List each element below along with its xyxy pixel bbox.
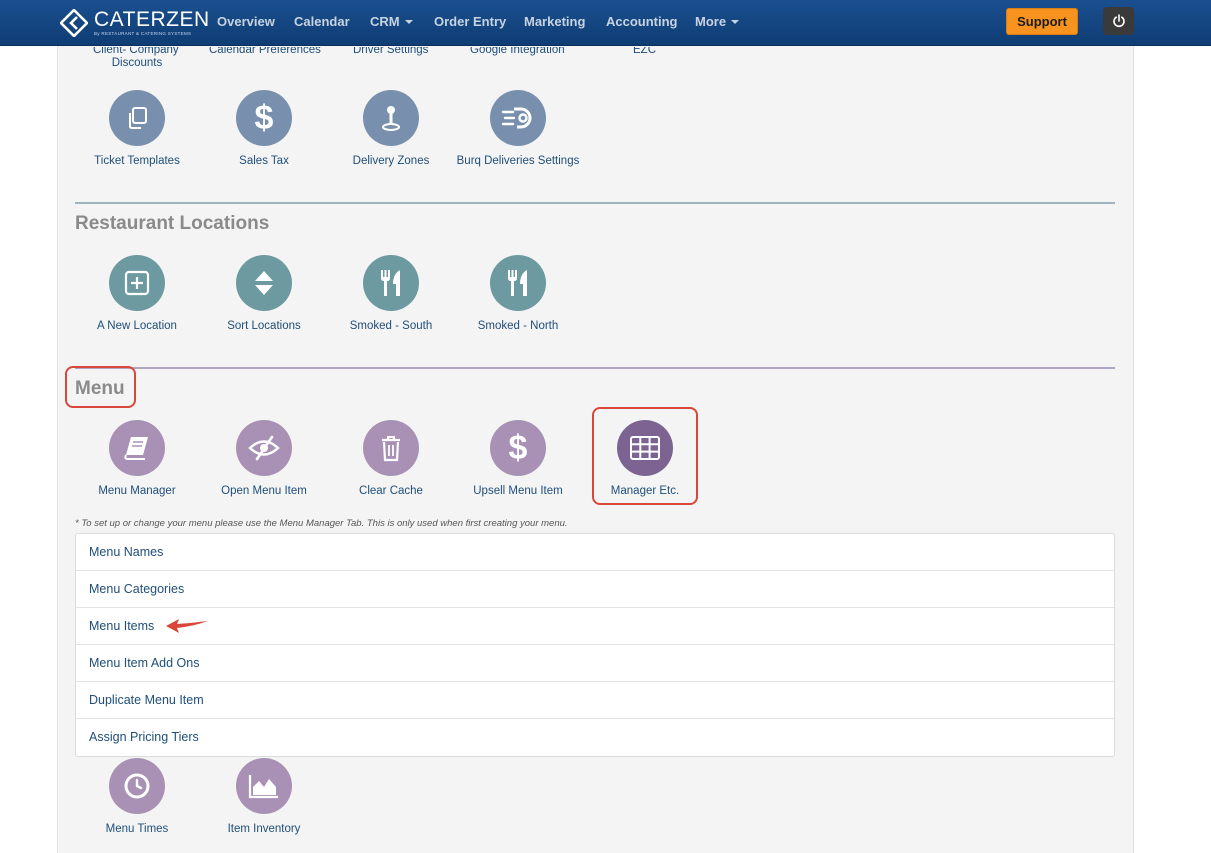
menu-manager-label: Menu Manager	[98, 485, 176, 497]
nav-marketing[interactable]: Marketing	[524, 14, 585, 29]
utensils-icon	[490, 255, 546, 311]
calendar-preferences-label[interactable]: Calendar Preferences	[209, 47, 321, 57]
logo-name: CATERZEN	[94, 8, 210, 31]
item-inventory-label: Item Inventory	[227, 823, 301, 835]
logo-subtitle: By RESTAURANT & CATERING SYSTEMS	[94, 31, 192, 36]
list-item-menu-items[interactable]: Menu Items	[76, 608, 1114, 645]
power-button[interactable]	[1103, 7, 1134, 35]
nav-order-entry[interactable]: Order Entry	[434, 14, 506, 29]
delivery-icon	[490, 90, 546, 146]
chevron-down-icon	[404, 20, 413, 24]
top-navbar: CATERZEN By RESTAURANT & CATERING SYSTEM…	[0, 0, 1211, 46]
nav-more[interactable]: More	[695, 14, 740, 29]
map-pin-icon	[363, 90, 419, 146]
manager-etc-list: Menu Names Menu Categories Menu Items Me…	[75, 533, 1115, 757]
utensils-icon	[363, 255, 419, 311]
nav-crm[interactable]: CRM	[370, 14, 413, 29]
upsell-menu-item-label: Upsell Menu Item	[473, 485, 563, 497]
logo-diamond-icon	[60, 9, 88, 37]
sort-locations-label: Sort Locations	[227, 320, 301, 332]
google-integration-label[interactable]: Google Integration	[470, 47, 565, 57]
client-discounts-label[interactable]: Discounts	[73, 57, 201, 69]
driver-settings-label[interactable]: Driver Settings	[353, 47, 428, 57]
trash-icon	[363, 420, 419, 476]
dollar-icon: $	[236, 90, 292, 146]
list-item-menu-item-add-ons[interactable]: Menu Item Add Ons	[76, 645, 1114, 682]
nav-overview[interactable]: Overview	[217, 14, 275, 29]
ezc-label[interactable]: EZC	[633, 47, 656, 57]
clock-icon	[109, 758, 165, 814]
list-item-assign-pricing-tiers[interactable]: Assign Pricing Tiers	[76, 719, 1114, 756]
smoked-south-tile[interactable]: Smoked - South	[327, 255, 455, 332]
restaurant-locations-title: Restaurant Locations	[75, 213, 270, 234]
nav-calendar[interactable]: Calendar	[294, 14, 350, 29]
caterzen-logo[interactable]: CATERZEN By RESTAURANT & CATERING SYSTEM…	[60, 8, 210, 38]
menu-times-label: Menu Times	[105, 823, 169, 835]
nav-more-label: More	[695, 14, 727, 29]
power-icon	[1112, 14, 1125, 28]
menu-times-tile[interactable]: Menu Times	[73, 758, 201, 835]
new-location-label: A New Location	[97, 320, 177, 332]
delivery-zones-tile[interactable]: Delivery Zones	[327, 90, 455, 167]
area-chart-icon	[236, 758, 292, 814]
sales-tax-label: Sales Tax	[239, 155, 289, 167]
ticket-templates-tile[interactable]: Ticket Templates	[73, 90, 201, 167]
client-discounts-label-clipped[interactable]: Client- Company	[93, 47, 179, 57]
section-divider	[75, 202, 1115, 204]
support-button[interactable]: Support	[1006, 8, 1078, 35]
copy-icon	[109, 90, 165, 146]
sales-tax-tile[interactable]: $ Sales Tax	[200, 90, 328, 167]
upsell-menu-item-tile[interactable]: $ Upsell Menu Item	[454, 420, 582, 497]
annotation-highlight-manager-etc	[592, 407, 698, 505]
list-item-menu-categories[interactable]: Menu Categories	[76, 571, 1114, 608]
new-location-tile[interactable]: A New Location	[73, 255, 201, 332]
annotation-highlight-menu	[65, 366, 136, 408]
ticket-templates-label: Ticket Templates	[94, 155, 180, 167]
clear-cache-label: Clear Cache	[359, 485, 423, 497]
chevron-down-icon	[731, 20, 740, 24]
menu-setup-note: * To set up or change your menu please u…	[75, 518, 568, 529]
smoked-south-label: Smoked - South	[349, 320, 433, 332]
delivery-zones-label: Delivery Zones	[352, 155, 430, 167]
dollar-icon: $	[490, 420, 546, 476]
open-menu-item-label: Open Menu Item	[221, 485, 307, 497]
smoked-north-tile[interactable]: Smoked - North	[454, 255, 582, 332]
item-inventory-tile[interactable]: Item Inventory	[200, 758, 328, 835]
smoked-north-label: Smoked - North	[477, 320, 559, 332]
list-item-menu-names[interactable]: Menu Names	[76, 534, 1114, 571]
book-icon	[109, 420, 165, 476]
burq-deliveries-settings-label: Burq Deliveries Settings	[456, 155, 580, 167]
menu-manager-tile[interactable]: Menu Manager	[73, 420, 201, 497]
section-divider	[75, 367, 1115, 369]
list-item-duplicate-menu-item[interactable]: Duplicate Menu Item	[76, 682, 1114, 719]
sort-icon	[236, 255, 292, 311]
plus-square-icon	[109, 255, 165, 311]
burq-deliveries-settings-tile[interactable]: Burq Deliveries Settings	[454, 90, 582, 167]
open-menu-item-tile[interactable]: Open Menu Item	[200, 420, 328, 497]
nav-accounting[interactable]: Accounting	[606, 14, 678, 29]
eye-slash-icon	[236, 420, 292, 476]
sort-locations-tile[interactable]: Sort Locations	[200, 255, 328, 332]
clear-cache-tile[interactable]: Clear Cache	[327, 420, 455, 497]
nav-crm-label: CRM	[370, 14, 400, 29]
annotation-arrow-icon	[166, 619, 208, 633]
